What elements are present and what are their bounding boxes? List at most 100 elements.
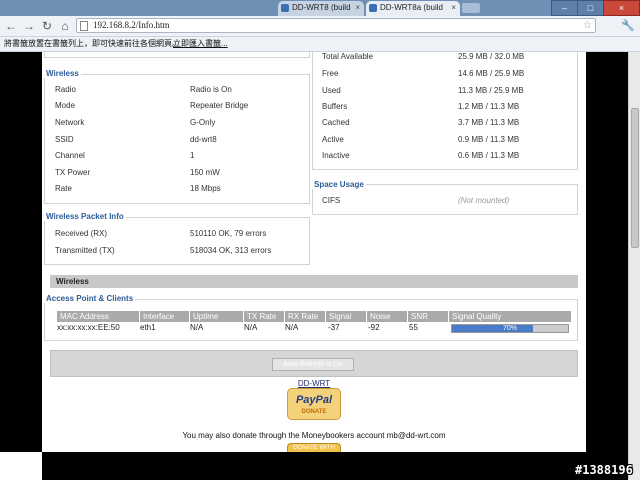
signal-quality-text: 70%	[502, 325, 517, 332]
col-tx-rate: TX Rate	[244, 311, 284, 322]
cell-interface: eth1	[140, 323, 156, 332]
new-tab-button[interactable]	[462, 3, 480, 13]
cell-snr: 55	[409, 323, 418, 332]
forward-arrow-icon[interactable]: →	[21, 18, 37, 34]
star-icon[interactable]: ☆	[583, 19, 592, 32]
packet-value: 518034 OK, 313 errors	[190, 246, 272, 255]
paypal-donate-label: DONATE	[301, 409, 327, 415]
reload-icon[interactable]: ↻	[39, 18, 55, 34]
wireless-value: 18 Mbps	[190, 184, 221, 193]
memory-value: 1.2 MB / 11.3 MB	[458, 102, 520, 111]
paypal-logo: PayPal	[295, 394, 333, 406]
auto-refresh-button[interactable]: Auto-Refresh is On	[272, 358, 354, 371]
wireless-value: 1	[190, 151, 195, 160]
col-rx-rate: RX Rate	[285, 311, 325, 322]
memory-label: Buffers	[322, 102, 348, 111]
tab-ddwrt8[interactable]: DD-WRT8 (build ×	[278, 1, 364, 16]
col-mac-address: MAC Address	[57, 311, 139, 322]
tab-ddwrt8a[interactable]: DD-WRT8a (build ×	[366, 1, 460, 16]
scrollbar-thumb[interactable]	[631, 108, 639, 248]
memory-value: 0.9 MB / 11.3 MB	[458, 135, 520, 144]
moneybookers-donate-button[interactable]: DONATE WITH	[287, 443, 341, 452]
page-icon	[80, 21, 88, 31]
memory-value: 25.9 MB / 32.0 MB	[458, 52, 525, 61]
bookmarks-bar: 將書籤放置在書籤列上，即可快速前往各個網頁。 立即匯入書籤...	[0, 37, 640, 52]
cifs-label: CIFS	[322, 196, 341, 205]
page-content: Total Available 25.9 MB / 32.0 MB Free 1…	[42, 52, 586, 452]
wireless-value: 150 mW	[190, 168, 220, 177]
wireless-label: Network	[55, 118, 85, 127]
cifs-value: (Not mounted)	[458, 196, 510, 205]
paypal-donate-button[interactable]: PayPal DONATE	[287, 388, 341, 420]
watermark-text: #1388196	[575, 463, 633, 477]
wireless-value: dd-wrt8	[190, 135, 217, 144]
bookmarks-message: 將書籤放置在書籤列上，即可快速前往各個網頁。	[4, 39, 180, 48]
memory-value: 14.6 MB / 25.9 MB	[458, 69, 525, 78]
col-interface: Interface	[140, 311, 189, 322]
tab-favicon	[369, 4, 377, 12]
space-usage-legend: Space Usage	[312, 180, 366, 189]
cell-uptime: N/A	[190, 323, 204, 332]
tab-label: DD-WRT8a (build	[380, 3, 443, 12]
col-snr: SNR	[408, 311, 448, 322]
wireless-label: Channel	[55, 151, 85, 160]
left-margin	[0, 52, 42, 452]
tab-label: DD-WRT8 (build	[292, 3, 351, 12]
left-margin-bottom	[0, 452, 42, 480]
wireless-label: SSID	[55, 135, 74, 144]
browser-toolbar: ← → ↻ ⌂ 192.168.8.2/Info.htm ☆	[0, 16, 640, 37]
memory-label: Cached	[322, 118, 350, 127]
wireless-value: Radio is On	[190, 85, 232, 94]
top-left-box	[44, 52, 310, 58]
cell-signal: -37	[328, 323, 340, 332]
col-signal: Signal	[326, 311, 366, 322]
memory-label: Inactive	[322, 151, 350, 160]
wireless-label: Rate	[55, 184, 72, 193]
wireless-section-header: Wireless	[50, 275, 578, 288]
wireless-label: TX Power	[55, 168, 91, 177]
donate-text: You may also donate through the Moneyboo…	[182, 431, 446, 440]
signal-quality-bar: 70%	[451, 324, 569, 333]
cell-mac: xx:xx:xx:xx:EE:50	[57, 323, 120, 332]
vertical-scrollbar[interactable]	[628, 52, 640, 480]
tab-close-icon[interactable]: ×	[451, 1, 456, 15]
home-icon[interactable]: ⌂	[57, 18, 73, 34]
close-window-button[interactable]: ×	[603, 0, 640, 16]
col-uptime: Uptime	[190, 311, 243, 322]
cell-noise: -92	[368, 323, 380, 332]
ap-clients-legend: Access Point & Clients	[44, 294, 136, 303]
back-arrow-icon[interactable]: ←	[3, 18, 19, 34]
packet-label: Received (RX)	[55, 229, 108, 238]
ddwrt-link[interactable]: DD-WRT	[42, 379, 586, 388]
memory-value: 11.3 MB / 25.9 MB	[458, 86, 524, 95]
maximize-button[interactable]: □	[577, 0, 604, 16]
wrench-icon[interactable]: 🔧	[620, 18, 636, 34]
memory-fieldset	[312, 52, 578, 170]
cell-rx-rate: N/A	[285, 323, 299, 332]
wireless-value: Repeater Bridge	[190, 101, 249, 110]
memory-label: Total Available	[322, 52, 373, 61]
wireless-label: Mode	[55, 101, 76, 110]
packet-label: Transmitted (TX)	[55, 246, 115, 255]
packet-info-legend: Wireless Packet Info	[44, 212, 126, 221]
tab-favicon	[281, 4, 289, 12]
minimize-button[interactable]: –	[551, 0, 578, 16]
memory-value: 0.6 MB / 11.3 MB	[458, 151, 520, 160]
tab-close-icon[interactable]: ×	[355, 1, 360, 15]
col-noise: Noise	[367, 311, 407, 322]
memory-label: Active	[322, 135, 344, 144]
memory-value: 3.7 MB / 11.3 MB	[458, 118, 520, 127]
address-bar[interactable]: 192.168.8.2/Info.htm ☆	[76, 18, 596, 33]
wireless-fieldset	[44, 74, 310, 204]
wireless-value: G-Only	[190, 118, 216, 127]
col-signal-quality: Signal Quality	[449, 311, 571, 322]
packet-value: 510110 OK, 79 errors	[190, 229, 267, 238]
memory-label: Used	[322, 86, 341, 95]
wireless-label: Radio	[55, 85, 76, 94]
cell-tx-rate: N/A	[244, 323, 258, 332]
packet-info-fieldset	[44, 217, 310, 265]
memory-label: Free	[322, 69, 339, 78]
wireless-legend: Wireless	[44, 69, 81, 78]
url-text: 192.168.8.2/Info.htm	[93, 20, 170, 30]
import-bookmarks-link[interactable]: 立即匯入書籤...	[173, 37, 228, 51]
